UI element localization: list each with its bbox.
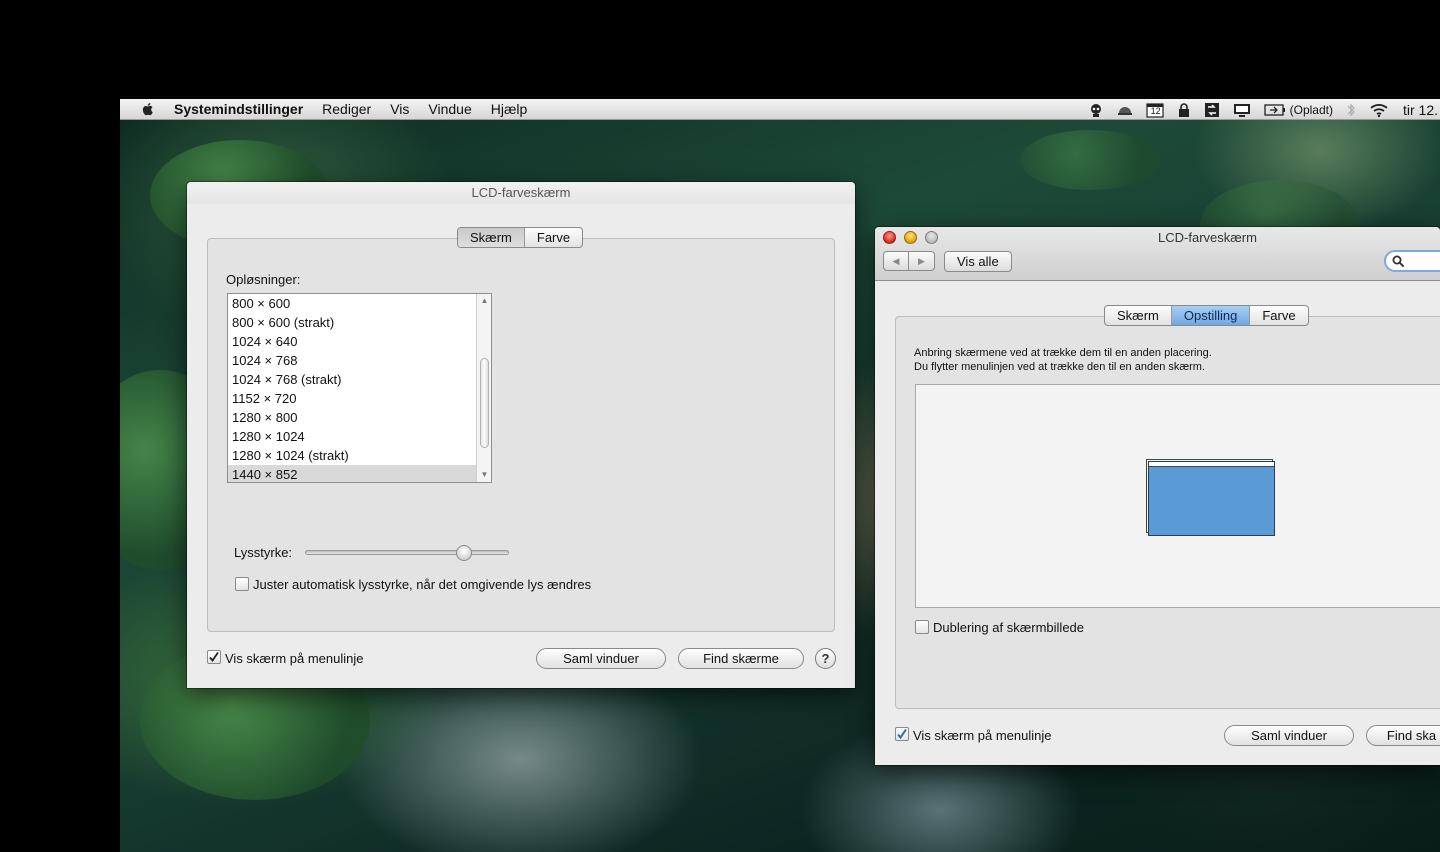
list-item[interactable]: 800 × 600 (strakt)	[228, 313, 491, 332]
brightness-slider-track[interactable]	[305, 550, 509, 555]
display-mirror-icon[interactable]	[1233, 102, 1251, 118]
close-button[interactable]	[883, 231, 896, 244]
window-toolbar: LCD-farveskærm ◀ ▶ Vis alle	[875, 227, 1440, 281]
show-in-menubar-label: Vis skærm på menulinje	[225, 651, 364, 666]
tab-farve[interactable]: Farve	[1250, 306, 1307, 325]
forward-arrow-icon: ▶	[918, 256, 925, 266]
bluetooth-icon[interactable]	[1346, 102, 1356, 118]
tab-farve[interactable]: Farve	[525, 228, 582, 247]
list-item[interactable]: 1152 × 720	[228, 389, 491, 408]
show-in-menubar-label: Vis skærm på menulinje	[913, 728, 1052, 743]
back-button[interactable]: ◀	[883, 251, 909, 271]
apple-icon[interactable]	[140, 101, 156, 117]
show-in-menubar-checkbox[interactable]	[895, 727, 909, 741]
list-scrollbar[interactable]: ▲ ▼	[476, 294, 491, 482]
menu-vindue[interactable]: Vindue	[428, 101, 471, 117]
instructions-line2: Du flytter menulinjen ved at trække den …	[914, 361, 1206, 373]
battery-icon[interactable]: (Opladt)	[1263, 102, 1333, 117]
search-icon	[1392, 255, 1405, 267]
detect-displays-button[interactable]: Find ska	[1366, 725, 1440, 746]
history-nav: ◀ ▶	[883, 251, 935, 271]
auto-brightness-label: Juster automatisk lysstyrke, når det omg…	[253, 577, 592, 592]
resolutions-label: Opløsninger:	[226, 272, 301, 287]
window-controls	[883, 231, 946, 244]
list-item-selected[interactable]: 1440 × 852	[228, 465, 491, 482]
show-all-button[interactable]: Vis alle	[944, 251, 1012, 272]
scroll-down-icon[interactable]: ▼	[477, 468, 491, 482]
tab-skaerm[interactable]: Skærm	[1105, 306, 1172, 325]
back-arrow-icon: ◀	[892, 256, 900, 266]
window-title[interactable]: LCD-farveskærm	[187, 182, 855, 204]
scroll-up-icon[interactable]: ▲	[477, 294, 491, 308]
minimize-button[interactable]	[904, 231, 917, 244]
list-item[interactable]: 1024 × 768	[228, 351, 491, 370]
calendar-day: 12	[1150, 106, 1161, 116]
menu-app-name[interactable]: Systemindstillinger	[174, 101, 303, 117]
help-button[interactable]: ?	[815, 648, 836, 669]
mirror-displays-checkbox[interactable]	[915, 620, 929, 634]
list-item[interactable]: 1024 × 768 (strakt)	[228, 370, 491, 389]
display-menubar-strip[interactable]	[1149, 462, 1274, 467]
menu-rediger[interactable]: Rediger	[322, 101, 371, 117]
detect-displays-button[interactable]: Find skærme	[678, 648, 804, 669]
checkmark-icon	[209, 651, 219, 662]
tab-opstilling[interactable]: Opstilling	[1171, 306, 1251, 325]
calendar-icon[interactable]: 12	[1146, 102, 1164, 118]
display-thumbnail[interactable]	[1148, 461, 1275, 536]
display-prefs-window-secondary: LCD-farveskærm Skærm Farve Opløsninger: …	[187, 182, 855, 688]
menu-hjaelp[interactable]: Hjælp	[491, 101, 528, 117]
checkmark-icon	[897, 728, 907, 740]
gather-windows-button[interactable]: Saml vinduer	[1224, 725, 1354, 746]
tab-control: Skærm Farve	[457, 227, 584, 248]
show-in-menubar-checkbox[interactable]	[207, 650, 221, 664]
wifi-icon[interactable]	[1369, 102, 1389, 118]
status-menus: 12 (Opladt) tir 12.	[1075, 99, 1440, 120]
zoom-button[interactable]	[925, 231, 938, 244]
window-title[interactable]: LCD-farveskærm	[1158, 230, 1257, 245]
list-item[interactable]: 1280 × 1024 (strakt)	[228, 446, 491, 465]
mirror-displays-label: Dublering af skærmbillede	[933, 620, 1085, 635]
menu-clock[interactable]: tir 12.	[1403, 102, 1438, 118]
list-item[interactable]: 1024 × 640	[228, 332, 491, 351]
list-item[interactable]: 1280 × 800	[228, 408, 491, 427]
lock-icon[interactable]	[1177, 102, 1191, 118]
instructions-line1: Anbring skærmene ved at trække dem til e…	[914, 347, 1212, 359]
brightness-slider-knob[interactable]	[456, 545, 473, 561]
scroll-thumb[interactable]	[480, 358, 489, 448]
gather-windows-button[interactable]: Saml vinduer	[536, 648, 666, 669]
robot-icon[interactable]	[1088, 102, 1104, 118]
display-prefs-window-main: LCD-farveskærm ◀ ▶ Vis alle Skærm Opstil…	[875, 227, 1440, 765]
display-arrangement-area[interactable]	[915, 384, 1440, 608]
battery-status: (Opladt)	[1289, 102, 1333, 117]
auto-brightness-checkbox[interactable]	[235, 577, 249, 591]
tab-skaerm[interactable]: Skærm	[458, 228, 525, 247]
list-item[interactable]: 1280 × 1024	[228, 427, 491, 446]
menu-vis[interactable]: Vis	[390, 101, 409, 117]
menu-bar: Systemindstillinger Rediger Vis Vindue H…	[120, 99, 1440, 120]
dome-icon[interactable]	[1117, 102, 1133, 118]
forward-button[interactable]: ▶	[909, 251, 935, 271]
tab-control: Skærm Opstilling Farve	[1104, 305, 1309, 326]
sync-icon[interactable]	[1204, 102, 1220, 118]
brightness-label: Lysstyrke:	[234, 545, 293, 560]
list-item[interactable]: 800 × 600	[228, 294, 491, 313]
search-input[interactable]	[1384, 250, 1440, 272]
resolutions-list[interactable]: 800 × 600 800 × 600 (strakt) 1024 × 640 …	[227, 293, 492, 483]
